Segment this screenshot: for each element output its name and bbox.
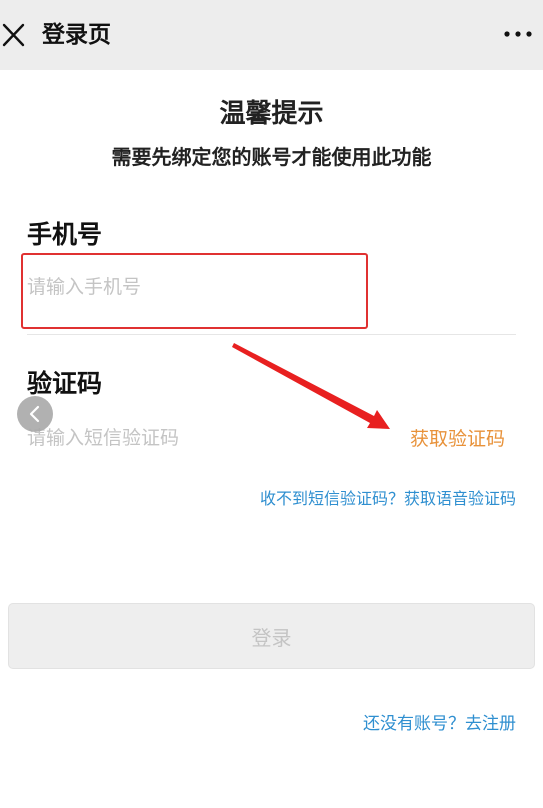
- page-title: 登录页: [42, 22, 111, 48]
- phone-divider: [27, 334, 516, 335]
- close-icon[interactable]: [2, 22, 26, 48]
- get-code-button[interactable]: 获取验证码: [410, 424, 505, 454]
- tip-title: 温馨提示: [219, 99, 324, 129]
- tip-subtitle: 需要先绑定您的账号才能使用此功能: [111, 145, 432, 169]
- login-button[interactable]: 登录: [8, 603, 535, 669]
- voice-code-link[interactable]: 收不到短信验证码？获取语音验证码: [260, 486, 516, 512]
- phone-label: 手机号: [27, 220, 103, 249]
- back-chevron-icon[interactable]: [17, 396, 53, 432]
- register-link[interactable]: 还没有账号？去注册: [363, 710, 516, 738]
- more-dots-icon[interactable]: [503, 24, 533, 44]
- phone-input[interactable]: [27, 268, 357, 306]
- navigation-bar: 登录页: [0, 0, 543, 70]
- sms-code-input[interactable]: [27, 419, 357, 457]
